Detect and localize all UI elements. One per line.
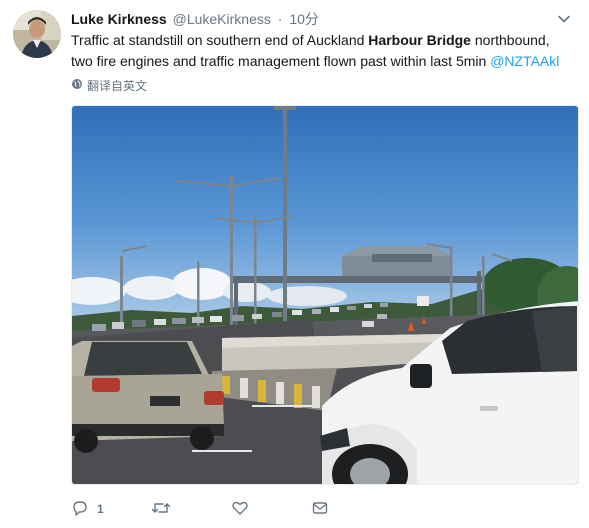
avatar[interactable] bbox=[13, 10, 61, 58]
translate-link[interactable]: 翻译自英文 bbox=[71, 77, 147, 94]
mention-link[interactable]: @NZTAAkl bbox=[490, 53, 559, 69]
tweet-text-part1: Traffic at standstill on southern end of… bbox=[71, 32, 369, 48]
user-handle[interactable]: @LukeKirkness bbox=[173, 11, 271, 27]
retweet-icon bbox=[151, 499, 171, 520]
tweet-photo[interactable] bbox=[71, 105, 579, 485]
chevron-down-icon[interactable] bbox=[557, 12, 571, 26]
reply-icon bbox=[71, 499, 89, 520]
like-button[interactable] bbox=[231, 499, 311, 520]
tweet-text-line2: two fire engines and traffic management … bbox=[71, 53, 491, 69]
envelope-icon bbox=[311, 499, 329, 520]
tweet-actions: 1 bbox=[71, 498, 391, 520]
timestamp[interactable]: 10分 bbox=[289, 11, 319, 27]
heart-icon bbox=[231, 499, 249, 520]
globe-icon bbox=[71, 78, 83, 93]
retweet-button[interactable] bbox=[151, 499, 231, 520]
translate-label: 翻译自英文 bbox=[87, 79, 148, 93]
tweet-text-bold: Harbour Bridge bbox=[368, 32, 471, 48]
reply-button[interactable]: 1 bbox=[71, 499, 151, 520]
tweet-header: Luke Kirkness @LukeKirkness · 10分 bbox=[71, 9, 319, 29]
separator: · bbox=[277, 11, 283, 27]
tweet-text-line-2: two fire engines and traffic management … bbox=[71, 51, 571, 72]
dm-button[interactable] bbox=[311, 499, 391, 520]
display-name[interactable]: Luke Kirkness bbox=[71, 11, 167, 27]
tweet: Luke Kirkness @LukeKirkness · 10分 Traffi… bbox=[0, 0, 589, 528]
tweet-text: Traffic at standstill on southern end of… bbox=[71, 30, 571, 72]
tweet-text-line-1: Traffic at standstill on southern end of… bbox=[71, 30, 571, 51]
tweet-text-part2: northbound, bbox=[470, 32, 550, 48]
reply-count: 1 bbox=[97, 502, 104, 516]
